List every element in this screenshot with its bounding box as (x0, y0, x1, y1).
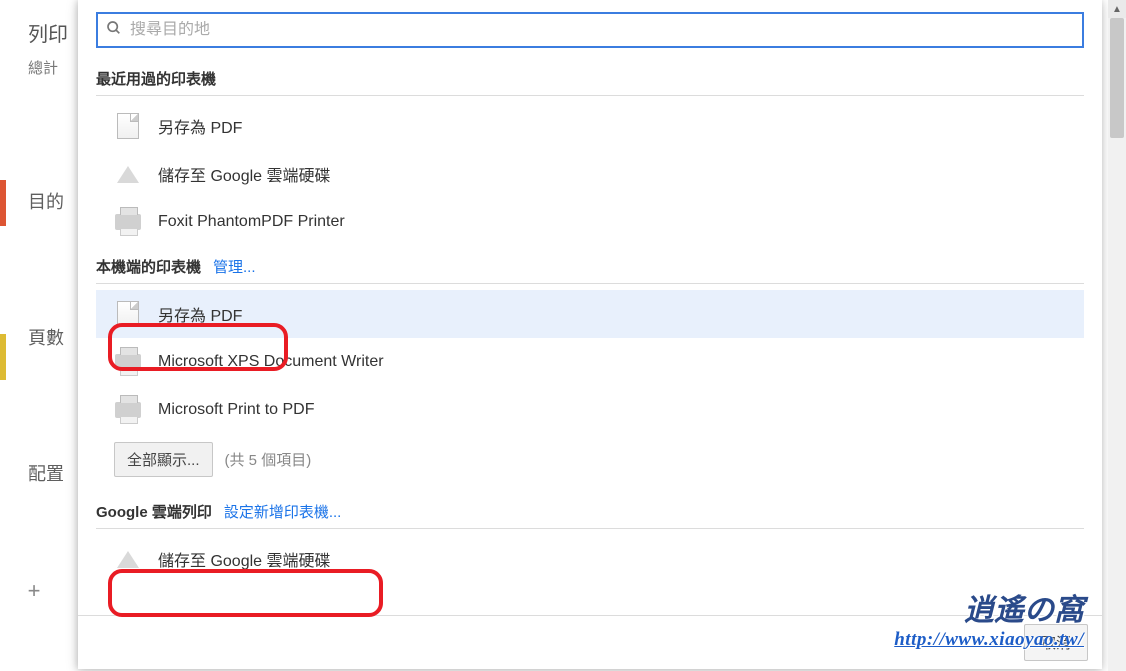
section-heading-local: 本機端的印表機 管理... (96, 256, 1084, 284)
heading-label: 最近用過的印表機 (96, 68, 216, 89)
page-scrollbar[interactable]: ▲ (1108, 0, 1126, 671)
manage-link[interactable]: 管理... (213, 256, 256, 277)
printer-icon (114, 348, 142, 376)
printer-label: 儲存至 Google 雲端硬碟 (158, 162, 331, 186)
search-icon (106, 20, 122, 41)
printer-label: Microsoft Print to PDF (158, 401, 314, 419)
printer-item-drive[interactable]: 儲存至 Google 雲端硬碟 (96, 150, 1084, 198)
printer-item-pdf-local[interactable]: 另存為 PDF (96, 290, 1084, 338)
document-icon (114, 300, 142, 328)
sidebar-item-layout: 配置 (28, 460, 80, 486)
sidebar-item-pages: 頁數 (28, 324, 80, 350)
scroll-up-arrow[interactable]: ▲ (1108, 0, 1126, 18)
dialog-footer: 取消 (78, 615, 1102, 669)
show-all-row: 全部顯示... (共 5 個項目) (96, 434, 1084, 491)
printer-label: 儲存至 Google 雲端硬碟 (158, 547, 331, 571)
document-icon (114, 112, 142, 140)
drive-icon (114, 545, 142, 573)
search-input[interactable] (130, 21, 1074, 39)
sidebar-color-indicators (0, 180, 6, 380)
section-heading-recent: 最近用過的印表機 (96, 68, 1084, 96)
printer-label: 另存為 PDF (158, 302, 242, 326)
heading-label: Google 雲端列印 (96, 501, 212, 522)
item-count-text: (共 5 個項目) (225, 449, 312, 470)
printer-item-xps[interactable]: Microsoft XPS Document Writer (96, 338, 1084, 386)
printer-label: Microsoft XPS Document Writer (158, 353, 384, 371)
drive-icon (114, 160, 142, 188)
scroll-thumb[interactable] (1110, 18, 1124, 138)
cancel-button[interactable]: 取消 (1024, 624, 1088, 661)
show-all-button[interactable]: 全部顯示... (114, 442, 213, 477)
local-printer-list: 另存為 PDF Microsoft XPS Document Writer Mi… (96, 290, 1084, 491)
sidebar-title: 列印 (28, 18, 80, 47)
printer-item-foxit[interactable]: Foxit PhantomPDF Printer (96, 198, 1084, 246)
cloud-printer-list: 儲存至 Google 雲端硬碟 (96, 535, 1084, 583)
printer-label: Foxit PhantomPDF Printer (158, 213, 345, 231)
destination-dialog: 最近用過的印表機 另存為 PDF 儲存至 Google 雲端硬碟 Foxit P… (78, 0, 1102, 669)
app-root: 列印 總計 目的 頁數 配置 + 最近用過的印表機 另存為 PDF 儲 (0, 0, 1126, 671)
printer-label: 另存為 PDF (158, 114, 242, 138)
section-heading-cloud: Google 雲端列印 設定新增印表機... (96, 501, 1084, 529)
print-sidebar: 列印 總計 目的 頁數 配置 (0, 0, 80, 671)
heading-label: 本機端的印表機 (96, 256, 201, 277)
printer-item-cloud-drive[interactable]: 儲存至 Google 雲端硬碟 (96, 535, 1084, 583)
printer-item-pdf[interactable]: 另存為 PDF (96, 102, 1084, 150)
sidebar-subtitle: 總計 (28, 57, 80, 78)
recent-printer-list: 另存為 PDF 儲存至 Google 雲端硬碟 Foxit PhantomPDF… (96, 102, 1084, 246)
add-tab-icon[interactable]: + (20, 578, 48, 606)
sidebar-item-destination: 目的 (28, 188, 80, 214)
printer-item-msprintpdf[interactable]: Microsoft Print to PDF (96, 386, 1084, 434)
setup-cloud-link[interactable]: 設定新增印表機... (224, 501, 342, 522)
printer-icon (114, 396, 142, 424)
printer-icon (114, 208, 142, 236)
search-field-wrap[interactable] (96, 12, 1084, 48)
